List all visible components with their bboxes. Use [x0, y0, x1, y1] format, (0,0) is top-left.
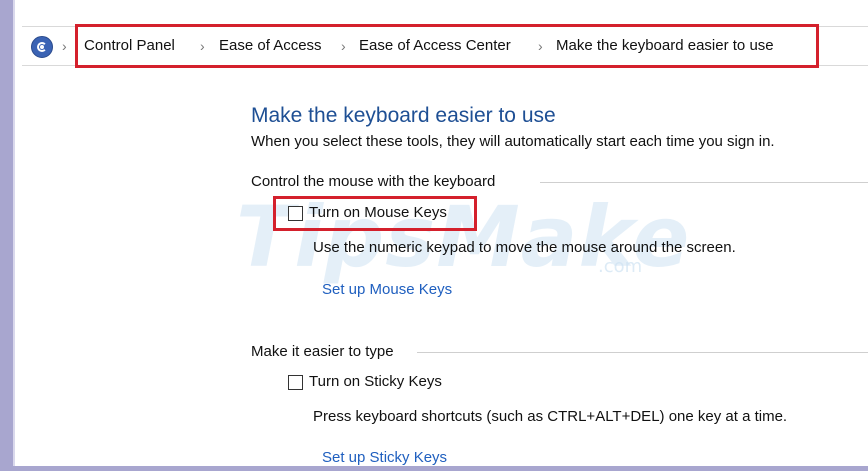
sticky-keys-checkbox[interactable] — [288, 375, 303, 390]
sticky-keys-checkbox-label[interactable]: Turn on Sticky Keys — [309, 373, 442, 390]
mouse-keys-description: Use the numeric keypad to move the mouse… — [313, 239, 736, 256]
mouse-keys-highlight-box — [273, 196, 477, 231]
window-frame-left — [0, 0, 13, 471]
watermark-suffix: .com — [598, 256, 643, 277]
set-up-mouse-keys-link[interactable]: Set up Mouse Keys — [322, 281, 452, 298]
control-panel-icon-dot — [40, 45, 44, 49]
page-title: Make the keyboard easier to use — [251, 104, 556, 127]
control-panel-icon[interactable] — [31, 36, 53, 58]
group-heading-sticky-keys: Make it easier to type — [251, 343, 394, 360]
breadcrumb-chevron-icon[interactable]: › — [62, 38, 67, 54]
set-up-sticky-keys-link[interactable]: Set up Sticky Keys — [322, 449, 447, 466]
window-frame-left-inner — [13, 0, 15, 471]
window-frame-bottom — [0, 466, 868, 471]
page-subtitle: When you select these tools, they will a… — [251, 133, 775, 150]
group-divider — [417, 352, 868, 353]
group-heading-mouse-keys: Control the mouse with the keyboard — [251, 173, 496, 190]
sticky-keys-description: Press keyboard shortcuts (such as CTRL+A… — [313, 408, 788, 425]
breadcrumb-highlight-box — [75, 24, 819, 68]
group-divider — [540, 182, 868, 183]
